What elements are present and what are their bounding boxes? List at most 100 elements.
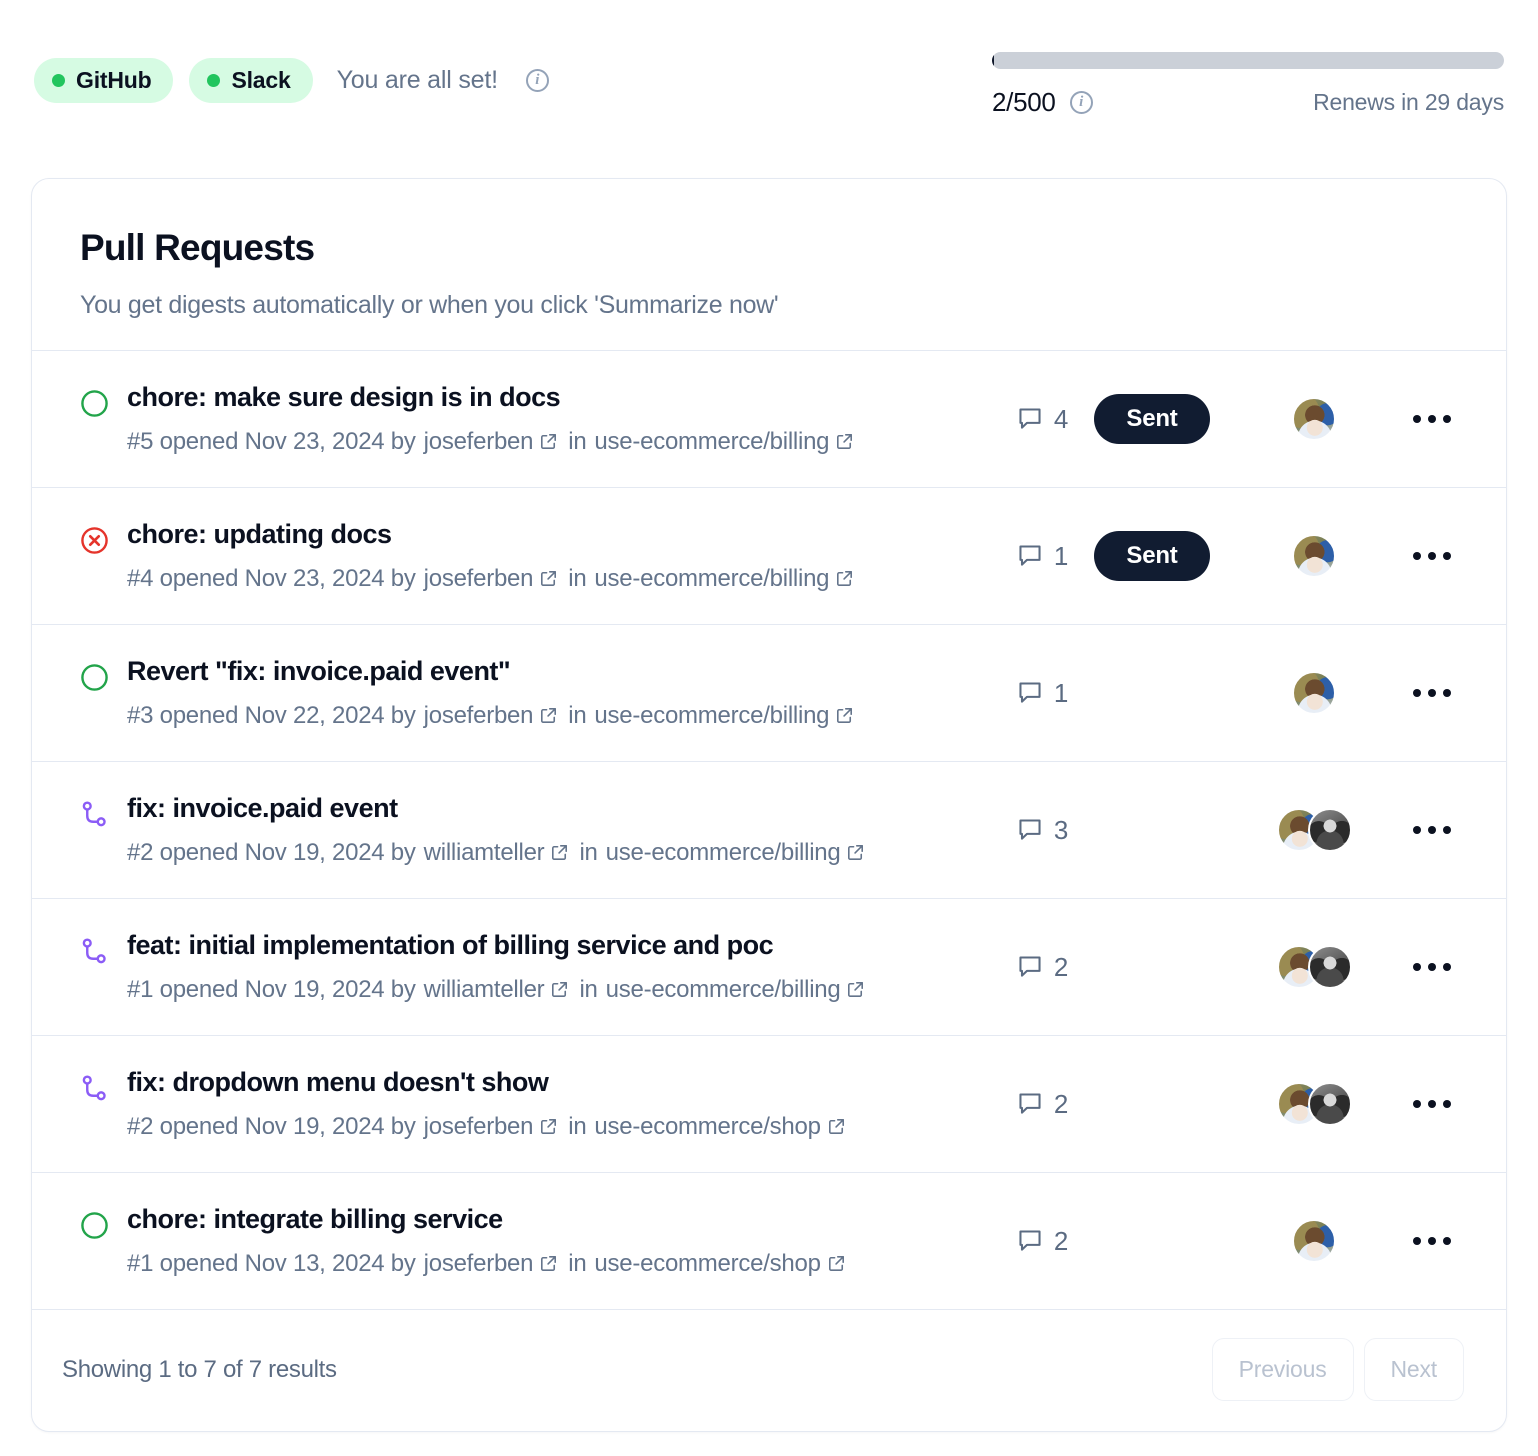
pull-request-text: fix: dropdown menu doesn't show #2 opened… (127, 1066, 848, 1141)
next-page-button[interactable]: Next (1363, 1338, 1464, 1401)
avatar[interactable] (1307, 808, 1352, 852)
integration-status-cluster: GitHub Slack You are all set! i (34, 58, 549, 103)
comment-count[interactable]: 2 (976, 952, 1068, 983)
avatar[interactable] (1307, 1082, 1352, 1126)
pull-request-author[interactable]: joseferben (424, 427, 534, 457)
pr-merged-icon (82, 801, 106, 827)
external-link-icon[interactable] (540, 433, 557, 450)
pull-request-meta-prefix: #1 opened Nov 13, 2024 by (127, 1249, 416, 1277)
pull-request-author[interactable]: joseferben (424, 564, 534, 594)
external-link-icon[interactable] (847, 981, 864, 998)
pull-request-author[interactable]: joseferben (424, 1249, 534, 1279)
pull-request-meta: #2 opened Nov 19, 2024 by williamteller in… (127, 838, 867, 868)
external-link-icon[interactable] (540, 570, 557, 587)
avatar[interactable] (1292, 671, 1336, 715)
avatar[interactable] (1307, 945, 1352, 989)
info-icon[interactable]: i (1069, 91, 1093, 114)
row-menu-slot (1386, 677, 1478, 709)
quota-progress-fill (992, 52, 995, 69)
more-options-icon[interactable] (1407, 1225, 1457, 1257)
pull-request-meta: #4 opened Nov 23, 2024 by joseferben in use… (127, 564, 856, 594)
table-row[interactable]: fix: invoice.paid event #2 opened Nov 19,… (32, 762, 1506, 899)
external-link-icon[interactable] (551, 981, 568, 998)
more-options-icon[interactable] (1407, 540, 1457, 572)
integration-chip-slack[interactable]: Slack (189, 58, 313, 103)
avatar[interactable] (1292, 1219, 1336, 1263)
pull-request-repo[interactable]: use-ecommerce/shop (594, 1249, 821, 1279)
more-options-icon[interactable] (1407, 814, 1457, 846)
external-link-icon[interactable] (540, 1118, 557, 1135)
pull-request-repo[interactable]: use-ecommerce/billing (594, 564, 829, 594)
table-row[interactable]: chore: integrate billing service #1 opene… (32, 1173, 1506, 1310)
pull-request-title[interactable]: fix: dropdown menu doesn't show (127, 1066, 848, 1098)
pr-merged-icon (82, 938, 106, 964)
pull-request-repo[interactable]: use-ecommerce/shop (594, 1112, 821, 1142)
more-options-icon[interactable] (1407, 403, 1457, 435)
pull-request-repo[interactable]: use-ecommerce/billing (594, 701, 829, 731)
avatar-group (1236, 808, 1386, 852)
pull-request-title[interactable]: chore: integrate billing service (127, 1203, 848, 1235)
pull-request-repo[interactable]: use-ecommerce/billing (594, 427, 829, 457)
table-row[interactable]: Revert "fix: invoice.paid event" #3 opene… (32, 625, 1506, 762)
pull-request-title[interactable]: chore: updating docs (127, 518, 856, 550)
comment-count-value: 3 (1053, 814, 1068, 845)
pull-request-author[interactable]: joseferben (424, 701, 534, 731)
row-menu-slot (1386, 403, 1478, 435)
external-link-icon[interactable] (551, 844, 568, 861)
pull-request-title[interactable]: Revert "fix: invoice.paid event" (127, 655, 856, 687)
avatar-group (1236, 1219, 1386, 1263)
integration-chip-github[interactable]: GitHub (34, 58, 174, 103)
table-row[interactable]: feat: initial implementation of billing … (32, 899, 1506, 1036)
avatar[interactable] (1292, 397, 1336, 441)
pull-request-title[interactable]: fix: invoice.paid event (127, 792, 867, 824)
comment-icon (1019, 1230, 1041, 1251)
table-row[interactable]: chore: updating docs #4 opened Nov 23, 20… (32, 488, 1506, 625)
pull-request-info: chore: updating docs #4 opened Nov 23, 20… (80, 518, 976, 593)
pull-request-repo[interactable]: use-ecommerce/billing (606, 838, 841, 868)
pull-request-title[interactable]: chore: make sure design is in docs (127, 381, 856, 413)
quota-progress-bar (992, 52, 1504, 69)
avatar[interactable] (1292, 534, 1336, 578)
external-link-icon[interactable] (836, 433, 853, 450)
external-link-icon[interactable] (836, 707, 853, 724)
external-link-icon[interactable] (828, 1255, 845, 1272)
comment-count[interactable]: 4 (976, 404, 1068, 435)
external-link-icon[interactable] (540, 1255, 557, 1272)
more-options-icon[interactable] (1407, 1088, 1457, 1120)
pull-request-info: chore: integrate billing service #1 opene… (80, 1203, 976, 1278)
status-badge-slot: Sent (1068, 394, 1236, 444)
pull-request-meta-prefix: #3 opened Nov 22, 2024 by (127, 701, 416, 729)
external-link-icon[interactable] (847, 844, 864, 861)
comment-count[interactable]: 1 (976, 541, 1068, 572)
comment-icon (1019, 1093, 1041, 1114)
pull-request-text: chore: make sure design is in docs #5 ope… (127, 381, 856, 456)
pull-request-repo[interactable]: use-ecommerce/billing (606, 975, 841, 1005)
table-row[interactable]: chore: make sure design is in docs #5 ope… (32, 351, 1506, 488)
pull-request-info: chore: make sure design is in docs #5 ope… (80, 381, 976, 456)
pull-request-actions: 1 Sent (976, 531, 1478, 581)
more-options-icon[interactable] (1407, 677, 1457, 709)
pull-request-author[interactable]: joseferben (424, 1112, 534, 1142)
row-menu-slot (1386, 540, 1478, 572)
external-link-icon[interactable] (836, 570, 853, 587)
pull-request-author[interactable]: williamteller (424, 838, 545, 868)
comment-count[interactable]: 2 (976, 1226, 1068, 1257)
external-link-icon[interactable] (828, 1118, 845, 1135)
row-menu-slot (1386, 814, 1478, 846)
card-footer: Showing 1 to 7 of 7 results Previous Nex… (32, 1310, 1506, 1431)
pull-request-actions: 2 (976, 1082, 1478, 1126)
external-link-icon[interactable] (540, 707, 557, 724)
status-badge: Sent (1094, 394, 1210, 444)
info-icon[interactable]: i (525, 69, 549, 92)
pull-request-actions: 2 (976, 945, 1478, 989)
comment-count-value: 1 (1053, 677, 1068, 708)
comment-count[interactable]: 1 (976, 678, 1068, 709)
comment-count[interactable]: 3 (976, 815, 1068, 846)
more-options-icon[interactable] (1407, 951, 1457, 983)
pull-request-meta: #3 opened Nov 22, 2024 by joseferben in use… (127, 701, 856, 731)
pull-request-title[interactable]: feat: initial implementation of billing … (127, 929, 867, 961)
pull-request-author[interactable]: williamteller (424, 975, 545, 1005)
table-row[interactable]: fix: dropdown menu doesn't show #2 opened… (32, 1036, 1506, 1173)
previous-page-button[interactable]: Previous (1211, 1338, 1354, 1401)
comment-count[interactable]: 2 (976, 1089, 1068, 1120)
